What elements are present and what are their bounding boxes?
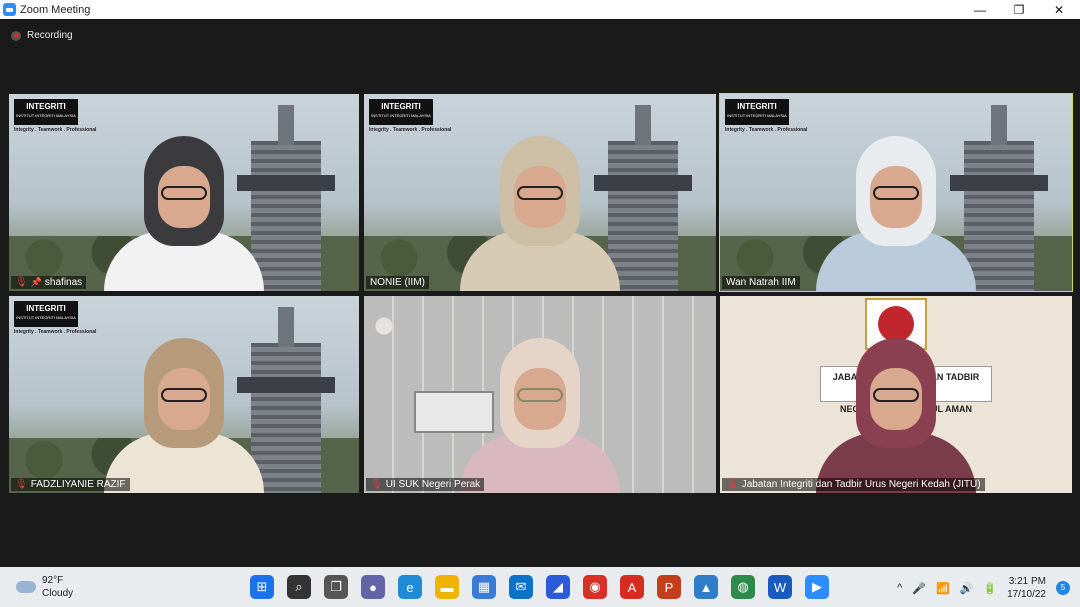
tagline: Integrity . Teamwork . Professional <box>369 127 452 133</box>
mic-muted-icon: 🎙 <box>15 277 28 288</box>
window-title: Zoom Meeting <box>20 3 91 16</box>
word-icon[interactable]: W <box>768 575 792 599</box>
participant-name-tag: NONIE (IIM) <box>366 276 429 289</box>
start-icon[interactable]: ⊞ <box>250 575 274 599</box>
title-bar: Zoom Meeting — ❐ ✕ <box>0 0 1080 19</box>
glasses <box>517 186 563 200</box>
glasses <box>873 186 919 200</box>
integriti-logo: INTEGRITI INSTITUT INTEGRITI MALAYSIA <box>725 99 789 125</box>
minimize-button[interactable]: — <box>960 0 1000 19</box>
windows-taskbar: 92°F Cloudy ⊞ ⌕ ❐ ● e ▬ ▦ ✉ ◢ ◉ A P ▲ ◍ W ▶ ^ 🎤 📶 🔊 🔋 3… <box>0 567 1080 607</box>
video-tile-ui-suk-perak[interactable]: 🎙 UI SUK Negeri Perak <box>364 296 716 493</box>
participant-name: NONIE (IIM) <box>370 277 425 288</box>
participant-video <box>104 338 264 493</box>
record-icon <box>11 30 21 41</box>
photos-icon[interactable]: ▲ <box>694 575 718 599</box>
video-tile-shafinas[interactable]: INTEGRITI INSTITUT INTEGRITI MALAYSIA Int… <box>9 94 359 291</box>
video-tile-jitu-kedah[interactable]: JABATAN INTEGRITI DAN TADBIR URUS NEGERI… <box>720 296 1072 493</box>
participant-name: UI SUK Negeri Perak <box>385 479 481 490</box>
participant-name: Jabatan Integriti dan Tadbir Urus Negeri… <box>741 479 981 490</box>
glasses <box>161 388 207 402</box>
powerpoint-icon[interactable]: P <box>657 575 681 599</box>
participant-video <box>460 338 620 493</box>
mic-muted-icon: 🎙 <box>726 479 739 490</box>
integriti-logo: INTEGRITI INSTITUT INTEGRITI MALAYSIA <box>14 301 78 327</box>
app-blue-icon[interactable]: ◢ <box>546 575 570 599</box>
battery-icon[interactable]: 🔋 <box>983 582 997 595</box>
tagline: Integrity . Teamwork . Professional <box>725 127 808 133</box>
integriti-logo: INTEGRITI INSTITUT INTEGRITI MALAYSIA <box>14 99 78 125</box>
tagline: Integrity . Teamwork . Professional <box>14 329 97 335</box>
restore-button[interactable]: ❐ <box>999 0 1039 19</box>
recording-indicator[interactable]: Recording <box>11 30 73 41</box>
taskbar-apps: ⊞ ⌕ ❐ ● e ▬ ▦ ✉ ◢ ◉ A P ▲ ◍ W ▶ <box>250 575 829 599</box>
clock-time: 3:21 PM <box>1008 576 1046 587</box>
volume-icon[interactable]: 🔊 <box>960 582 974 595</box>
zoom-icon[interactable]: ▶ <box>805 575 829 599</box>
clock-date: 17/10/22 <box>1007 589 1046 600</box>
microphone-icon[interactable]: 🎤 <box>912 582 926 595</box>
close-button[interactable]: ✕ <box>1039 0 1079 19</box>
participant-name: shafinas <box>44 277 83 288</box>
chrome-icon[interactable]: ◉ <box>583 575 607 599</box>
participant-name-tag: 🎙 UI SUK Negeri Perak <box>366 478 485 491</box>
participant-video <box>460 136 620 291</box>
cloud-icon <box>16 581 36 593</box>
search-icon[interactable]: ⌕ <box>287 575 311 599</box>
recording-label: Recording <box>27 30 73 41</box>
glasses <box>873 388 919 402</box>
globe-app-icon[interactable]: ◍ <box>731 575 755 599</box>
tagline: Integrity . Teamwork . Professional <box>14 127 97 133</box>
glasses <box>517 388 563 402</box>
glasses <box>161 186 207 200</box>
show-hidden-icons-icon[interactable]: ^ <box>897 582 902 594</box>
weather-temperature: 92°F <box>42 575 64 586</box>
participant-video <box>816 136 976 291</box>
video-tile-nonie[interactable]: INTEGRITI INSTITUT INTEGRITI MALAYSIA Int… <box>364 94 716 291</box>
video-tile-fadzliyanie[interactable]: INTEGRITI INSTITUT INTEGRITI MALAYSIA Int… <box>9 296 359 493</box>
mic-muted-icon: 🎙 <box>370 479 383 490</box>
task-view-icon[interactable]: ❐ <box>324 575 348 599</box>
notification-badge[interactable]: 5 <box>1056 581 1070 595</box>
mail-icon[interactable]: ✉ <box>509 575 533 599</box>
store-icon[interactable]: ▦ <box>472 575 496 599</box>
system-tray: ^ 🎤 📶 🔊 🔋 3:21 PM 17/10/22 5 <box>897 575 1070 601</box>
integriti-logo: INTEGRITI INSTITUT INTEGRITI MALAYSIA <box>369 99 433 125</box>
participant-name: FADZLIYANIE RAZIF <box>30 479 126 490</box>
wifi-icon[interactable]: 📶 <box>936 582 950 595</box>
participant-name-tag: 🎙 📌 shafinas <box>11 276 87 289</box>
acrobat-icon[interactable]: A <box>620 575 644 599</box>
meeting-area: Recording INTEGRITI INSTITUT INTEGRITI MA… <box>0 19 1080 567</box>
participant-name-tag: 🎙 Jabatan Integriti dan Tadbir Urus Nege… <box>722 478 985 491</box>
video-tile-wan-natrah[interactable]: INTEGRITI INSTITUT INTEGRITI MALAYSIA Int… <box>719 93 1073 292</box>
weather-widget[interactable]: 92°F Cloudy <box>16 574 73 600</box>
participant-video <box>104 136 264 291</box>
participant-video <box>816 338 976 493</box>
participant-name-tag: Wan Natrah IIM <box>722 276 800 289</box>
participant-name: Wan Natrah IIM <box>726 277 796 288</box>
weather-description: Cloudy <box>42 588 74 599</box>
clock[interactable]: 3:21 PM 17/10/22 <box>1007 575 1046 601</box>
file-explorer-icon[interactable]: ▬ <box>435 575 459 599</box>
edge-icon[interactable]: e <box>398 575 422 599</box>
zoom-app-icon <box>3 3 16 16</box>
participant-name-tag: 🎙 FADZLIYANIE RAZIF <box>11 478 130 491</box>
mic-muted-icon: 🎙 <box>15 479 28 490</box>
teams-chat-icon[interactable]: ● <box>361 575 385 599</box>
pin-icon: 📌 <box>30 277 42 287</box>
